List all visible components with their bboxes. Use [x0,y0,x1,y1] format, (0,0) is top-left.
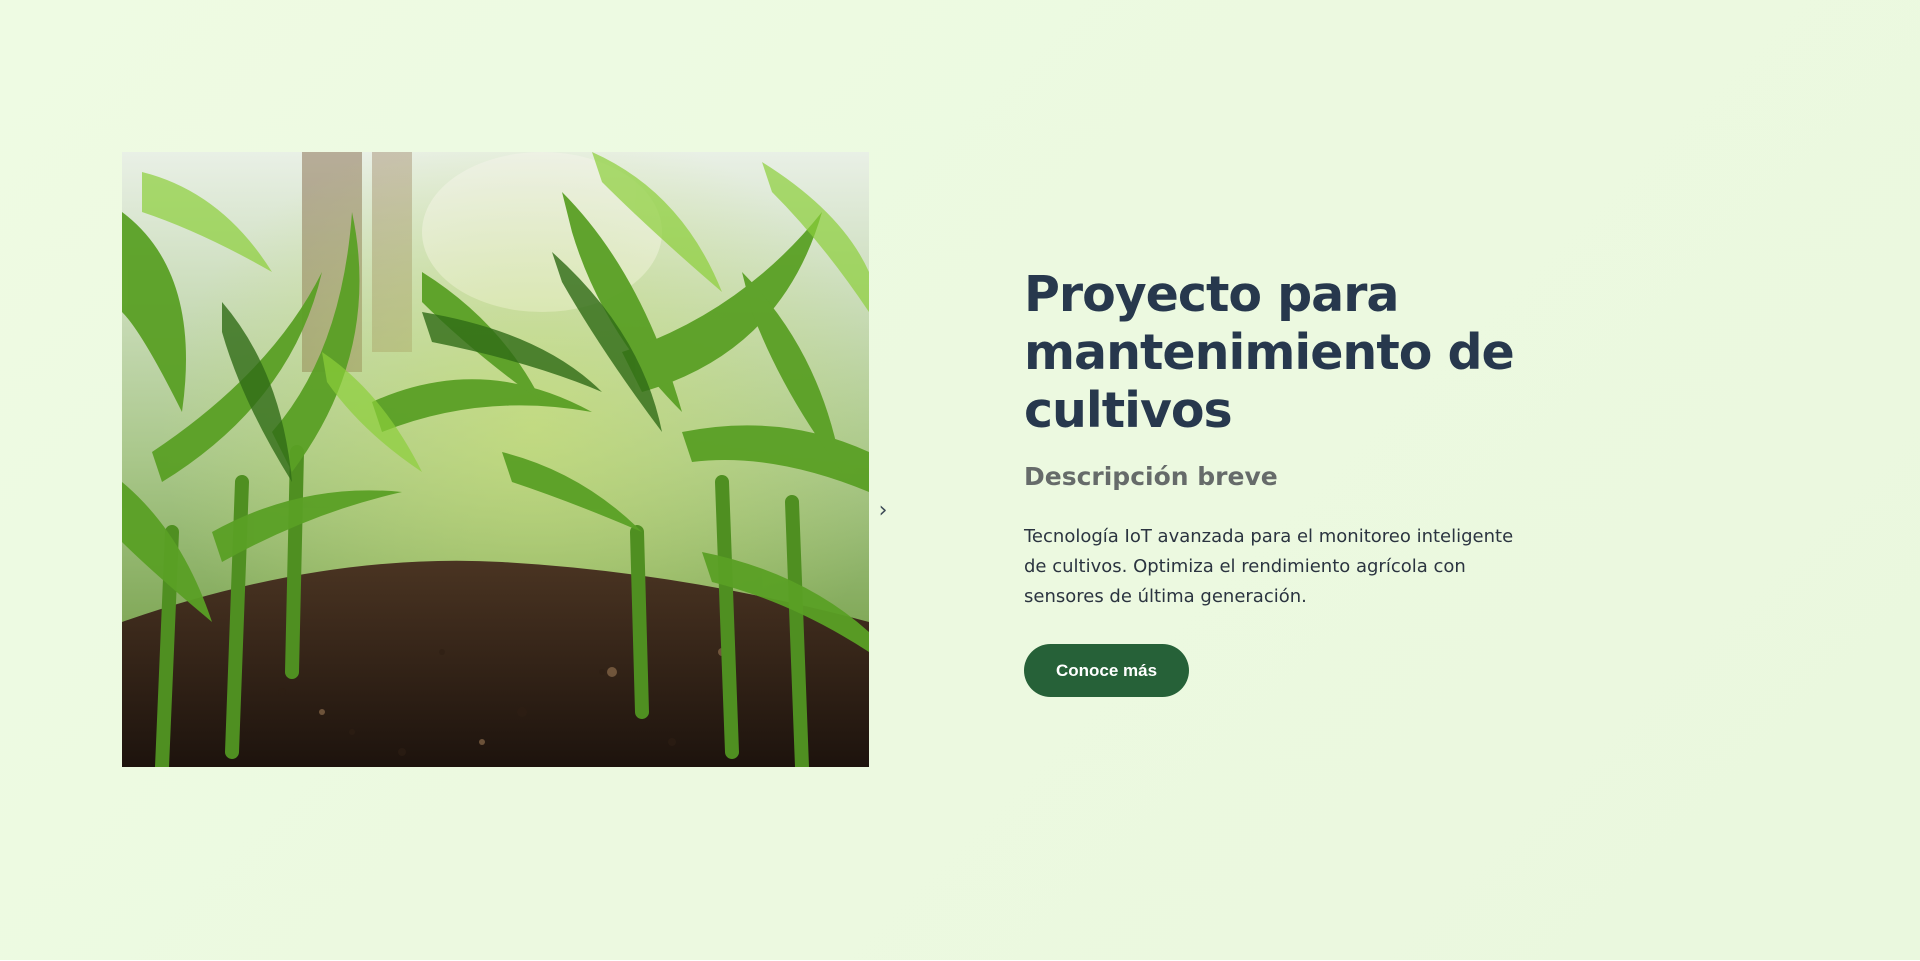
cultivation-photo [122,152,869,767]
corn-field-photo-icon [122,152,869,767]
learn-more-button[interactable]: Conoce más [1024,644,1190,697]
carousel-next-arrow-icon[interactable]: › [873,496,893,526]
short-description-heading: Descripción breve [1024,462,1278,491]
project-description: Tecnología IoT avanzada para el monitore… [1024,526,1514,607]
hero-content: Proyecto para mantenimiento de cultivos … [1024,266,1544,697]
hero-section: › Proyecto para mantenimiento de cultivo… [0,0,1920,960]
page-title: Proyecto para mantenimiento de cultivos [1024,266,1515,439]
